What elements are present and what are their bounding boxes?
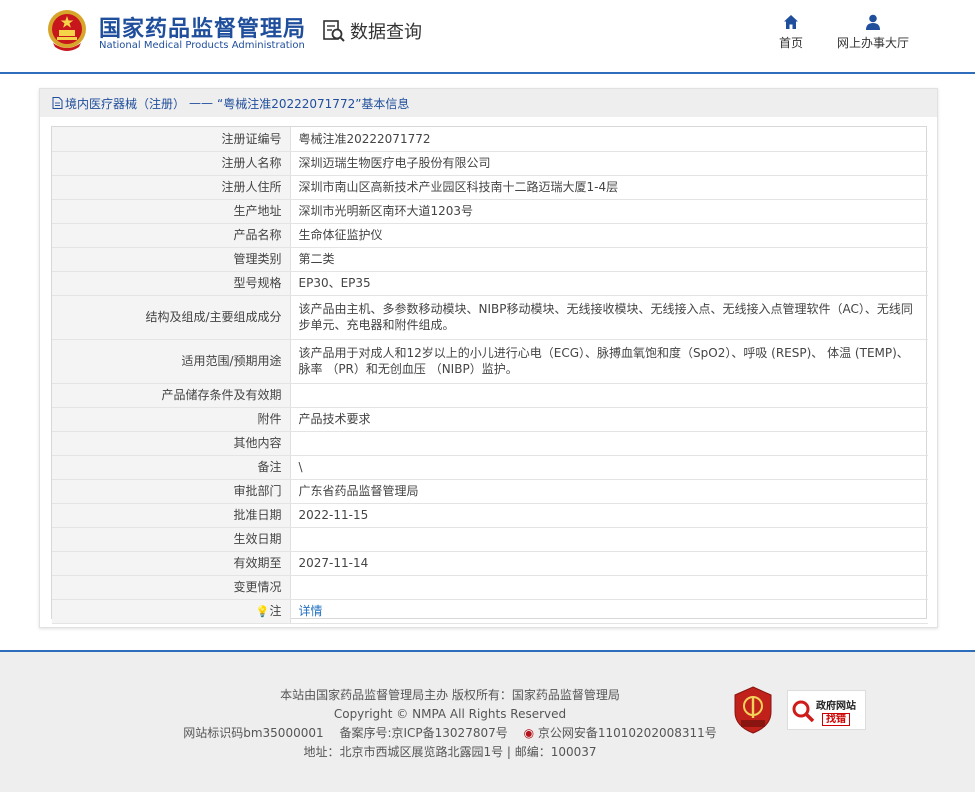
breadcrumb-title: “粤械注准20222071772”基本信息 [217, 96, 410, 111]
nav-home-label: 首页 [778, 36, 803, 50]
footer-copyright: Copyright © NMPA All Rights Reserved [333, 707, 567, 721]
footer-police-label: 京公网安备11010202008311号 [537, 726, 717, 740]
table-row: 注册证编号 粤械注准20222071772 [52, 127, 928, 152]
table-row: 其他内容 [52, 431, 928, 456]
table-row: 备注 \ [52, 455, 928, 480]
data-query-title: 数据查询 [322, 18, 422, 44]
row-value [290, 575, 928, 600]
gov-site-error-report[interactable]: 政府网站 找错 [787, 690, 866, 730]
table-row: 附件 产品技术要求 [52, 407, 928, 432]
table-row: 批准日期 2022-11-15 [52, 503, 928, 528]
row-value [290, 383, 928, 408]
row-value: 该产品由主机、多参数移动模块、NIBP移动模块、无线接收模块、无线接入点、无线接… [290, 295, 928, 340]
note-key: 注 [269, 603, 282, 618]
row-value [290, 431, 928, 456]
nav-online-service[interactable]: 网上办事大厅 [834, 14, 912, 51]
row-key: 备注 [52, 455, 291, 480]
table-row: 变更情况 [52, 575, 928, 600]
national-emblem-icon [48, 10, 86, 51]
breadcrumb: 境内医疗器械（注册） —— “粤械注准20222071772”基本信息 [40, 89, 937, 117]
party-government-badge-icon[interactable] [733, 686, 773, 734]
detail-table: 注册证编号 粤械注准20222071772 注册人名称 深圳迈瑞生物医疗电子股份有限公… [52, 127, 928, 624]
table-row: 产品名称 生命体征监护仪 [52, 223, 928, 248]
user-icon [866, 14, 880, 30]
details-link[interactable]: 详情 [299, 604, 323, 618]
row-key: 变更情况 [52, 575, 291, 600]
table-row: 生效日期 [52, 527, 928, 552]
table-row: 审批部门 广东省药品监督管理局 [52, 479, 928, 504]
data-query-label: 数据查询 [350, 22, 422, 43]
row-value: 第二类 [290, 247, 928, 272]
row-key: 💡注 [52, 599, 291, 624]
row-value: 广东省药品监督管理局 [290, 479, 928, 504]
detail-table-wrapper: 注册证编号 粤械注准20222071772 注册人名称 深圳迈瑞生物医疗电子股份有限公… [51, 126, 928, 624]
police-badge-icon: ◉ [523, 726, 535, 740]
table-row: 结构及组成/主要组成成分 该产品由主机、多参数移动模块、NIBP移动模块、无线接收… [52, 295, 928, 340]
breadcrumb-separator: —— [189, 96, 214, 110]
table-row: 有效期至 2027-11-14 [52, 551, 928, 576]
lightbulb-icon: 💡 [255, 604, 270, 618]
row-key: 注册人名称 [52, 151, 291, 176]
row-value: 深圳市南山区高新技术产业园区科技南十二路迈瑞大厦1-4层 [290, 175, 928, 200]
row-key: 生效日期 [52, 527, 291, 552]
table-row: 💡注 详情 [52, 599, 928, 624]
row-value: 产品技术要求 [290, 407, 928, 432]
detail-panel: 境内医疗器械（注册） —— “粤械注准20222071772”基本信息 注册证编… [39, 88, 938, 628]
table-row: 注册人住所 深圳市南山区高新技术产业园区科技南十二路迈瑞大厦1-4层 [52, 175, 928, 200]
table-row: 管理类别 第二类 [52, 247, 928, 272]
row-value: 该产品用于对成人和12岁以上的小儿进行心电（ECG）、脉搏血氧饱和度（SpO2）… [290, 339, 928, 384]
row-value: 粤械注准20222071772 [290, 127, 928, 152]
row-key: 适用范围/预期用途 [52, 339, 291, 384]
row-value: 深圳市光明新区南环大道1203号 [290, 199, 928, 224]
home-icon [784, 15, 798, 29]
table-row: 产品储存条件及有效期 [52, 383, 928, 408]
row-key: 批准日期 [52, 503, 291, 528]
row-value: 2027-11-14 [290, 551, 928, 576]
row-key: 结构及组成/主要组成成分 [52, 295, 291, 340]
table-row: 生产地址 深圳市光明新区南环大道1203号 [52, 199, 928, 224]
row-key: 注册证编号 [52, 127, 291, 152]
row-value: \ [290, 455, 928, 480]
footer-address: 地址：北京市西城区展览路北露园1号 | 邮编：100037 [303, 745, 597, 759]
row-key: 产品名称 [52, 223, 291, 248]
report-error-label: 找错 [822, 713, 850, 726]
footer-site-id: 网站标识码bm35000001 [183, 726, 324, 740]
gov-site-label: 政府网站 [816, 701, 856, 712]
footer-sponsor: 本站由国家药品监督管理局主办 版权所有：国家药品监督管理局 [280, 688, 620, 702]
row-value: 生命体征监护仪 [290, 223, 928, 248]
row-value [290, 527, 928, 552]
row-value: 深圳迈瑞生物医疗电子股份有限公司 [290, 151, 928, 176]
nav-home[interactable]: 首页 [776, 14, 806, 51]
row-value: 详情 [290, 599, 928, 624]
nav-online-service-label: 网上办事大厅 [836, 36, 909, 50]
breadcrumb-category[interactable]: 境内医疗器械（注册） [65, 95, 185, 112]
footer-registration: 网站标识码bm35000001 备案序号:京ICP备13027807号 ◉ 京公… [170, 724, 730, 743]
row-key: 型号规格 [52, 271, 291, 296]
table-row: 注册人名称 深圳迈瑞生物医疗电子股份有限公司 [52, 151, 928, 176]
brand-title: 国家药品监督管理局 [99, 17, 307, 42]
site-header: 国家药品监督管理局 National Medical Products Admi… [0, 0, 975, 74]
row-value: EP30、EP35 [290, 271, 928, 296]
row-key: 产品储存条件及有效期 [52, 383, 291, 408]
row-key: 附件 [52, 407, 291, 432]
footer-icp[interactable]: 备案序号:京ICP备13027807号 [339, 726, 507, 740]
row-key: 生产地址 [52, 199, 291, 224]
brand-subtitle: National Medical Products Administration [99, 40, 305, 51]
document-icon [52, 97, 63, 109]
row-value: 2022-11-15 [290, 503, 928, 528]
footer-text: 本站由国家药品监督管理局主办 版权所有：国家药品监督管理局 Copyright … [170, 686, 730, 762]
footer-police[interactable]: ◉ 京公网安备11010202008311号 [524, 726, 717, 740]
table-row: 型号规格 EP30、EP35 [52, 271, 928, 296]
row-key: 其他内容 [52, 431, 291, 456]
row-key: 有效期至 [52, 551, 291, 576]
document-search-icon [323, 20, 345, 42]
row-key: 管理类别 [52, 247, 291, 272]
row-key: 审批部门 [52, 479, 291, 504]
row-key: 注册人住所 [52, 175, 291, 200]
magnifier-icon [792, 700, 815, 723]
table-row: 适用范围/预期用途 该产品用于对成人和12岁以上的小儿进行心电（ECG）、脉搏血氧… [52, 339, 928, 384]
